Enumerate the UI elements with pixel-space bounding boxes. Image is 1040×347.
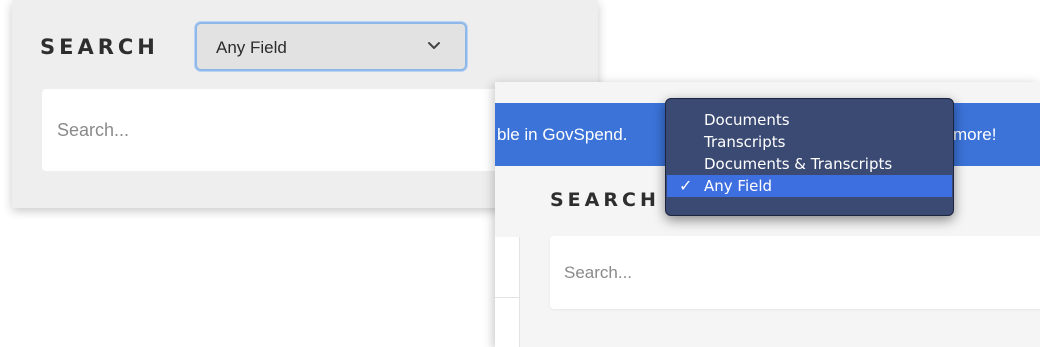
chevron-down-icon xyxy=(428,42,440,49)
checkmark-icon: ✓ xyxy=(679,176,693,195)
dropdown-option-any-field[interactable]: ✓ Any Field xyxy=(667,175,952,197)
search-input[interactable]: Search... xyxy=(42,89,502,171)
search-field-select[interactable]: Any Field xyxy=(195,22,467,71)
banner-link-more[interactable]: more! xyxy=(953,125,996,145)
option-label: Transcripts xyxy=(704,133,786,151)
search-placeholder: Search... xyxy=(57,120,130,140)
search-heading: SEARCH xyxy=(40,35,159,59)
banner-text-left: ble in GovSpend. xyxy=(497,125,628,144)
search-field-dropdown-menu: Documents Transcripts Documents & Transc… xyxy=(665,98,954,216)
option-label: Any Field xyxy=(704,177,773,195)
search-heading: SEARCH xyxy=(550,189,660,211)
select-value: Any Field xyxy=(216,38,287,57)
option-label: Documents xyxy=(704,111,790,129)
option-label: Documents & Transcripts xyxy=(704,155,893,173)
search-placeholder: Search... xyxy=(564,263,633,282)
dropdown-option-documents-transcripts[interactable]: Documents & Transcripts xyxy=(666,153,953,175)
left-column-edge xyxy=(495,237,520,347)
divider xyxy=(495,297,519,298)
dropdown-option-documents[interactable]: Documents xyxy=(666,109,953,131)
search-input[interactable]: Search... xyxy=(550,236,1040,309)
dropdown-option-transcripts[interactable]: Transcripts xyxy=(666,131,953,153)
